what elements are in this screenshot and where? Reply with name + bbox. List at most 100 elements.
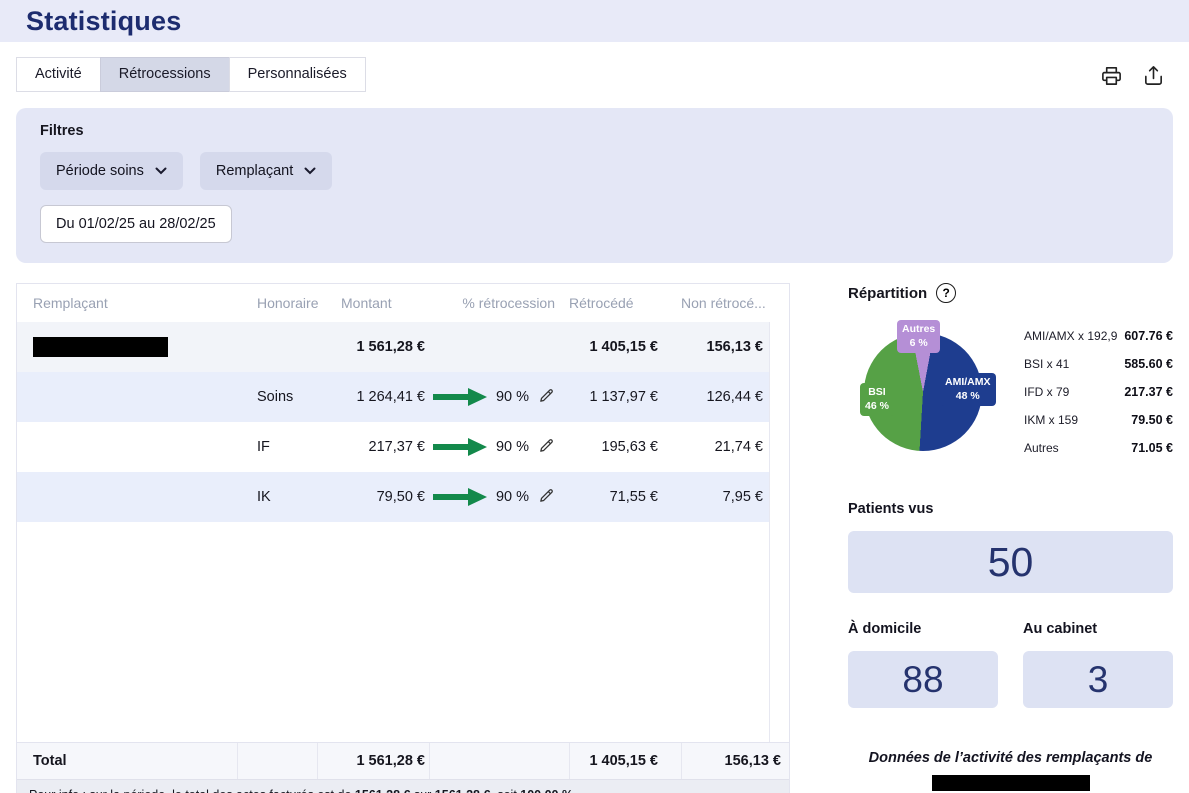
pct-retrocession-value: 90 %: [496, 439, 529, 455]
montant-value: 217,37 €: [317, 439, 429, 455]
col-retrocede: Rétrocédé: [569, 295, 681, 311]
cabinet-label: Au cabinet: [1023, 621, 1173, 637]
retrocession-arrow-icon: [433, 437, 487, 457]
total-non-retrocede: 156,13 €: [681, 743, 789, 779]
repartition-chart-area: Autres 6 % AMI/AMX 48 % BSI 46 % AMI/AMX…: [848, 333, 1173, 469]
total-label: Total: [17, 743, 237, 779]
footnote-text: , soit: [490, 788, 520, 793]
edit-retrocession-button[interactable]: [538, 487, 555, 507]
footnote-pct: 100,00 %: [520, 788, 573, 793]
redacted-remplacant-name-footer: [932, 775, 1090, 791]
legend-label: IKM x 159: [1024, 413, 1078, 427]
table-total-row: Total 1 561,28 € 1 405,15 € 156,13 €: [17, 742, 789, 779]
tabs-row: Activité Rétrocessions Personnalisées: [0, 57, 1189, 92]
table-header: Remplaçant Honoraire Montant % rétrocess…: [17, 284, 789, 322]
retrocession-arrow-icon: [433, 487, 487, 507]
pie-chart-wrapper: Autres 6 % AMI/AMX 48 % BSI 46 %: [864, 333, 982, 451]
table-row-ik: IK 79,50 € 90 % 71,55 € 7,95 €: [17, 472, 769, 522]
legend-row: IKM x 159 79.50 €: [1024, 413, 1173, 427]
table-row-soins: Soins 1 264,41 € 90 % 1 137,97 € 126,44 …: [17, 372, 769, 422]
visit-type-stats: À domicile 88 Au cabinet 3: [848, 621, 1173, 708]
share-up-icon: [1142, 64, 1165, 90]
remplacant-label: Remplaçant: [216, 163, 293, 179]
honoraire-label: IF: [237, 439, 317, 455]
legend-row: AMI/AMX x 192,9 607.76 €: [1024, 329, 1173, 343]
montant-value: 1 264,41 €: [317, 389, 429, 405]
patients-vus-section: Patients vus 50: [848, 501, 1173, 593]
table-row-summary: 1 561,28 € 1 405,15 € 156,13 €: [17, 322, 769, 372]
pie-legend: AMI/AMX x 192,9 607.76 € BSI x 41 585.60…: [1024, 329, 1173, 469]
legend-label: BSI x 41: [1024, 357, 1069, 371]
chevron-down-icon: [155, 163, 167, 179]
legend-row: Autres 71.05 €: [1024, 441, 1173, 455]
pct-retrocession-value: 90 %: [496, 389, 529, 405]
periode-soins-label: Période soins: [56, 163, 144, 179]
page-title: Statistiques: [26, 6, 181, 37]
retrocede-value: 195,63 €: [569, 439, 681, 455]
slice-label: AMI/AMX: [945, 376, 991, 390]
col-honoraire: Honoraire: [237, 295, 317, 311]
non-retrocede-value: 21,74 €: [681, 439, 769, 455]
summary-retrocede: 1 405,15 €: [569, 339, 681, 355]
repartition-header: Répartition ?: [848, 283, 1173, 303]
footnote-total-1: 1561,28 €: [355, 788, 411, 793]
main-content: Remplaçant Honoraire Montant % rétrocess…: [0, 283, 1189, 793]
pie-label-autres: Autres 6 %: [897, 320, 940, 353]
non-retrocede-value: 126,44 €: [681, 389, 769, 405]
col-montant: Montant: [317, 295, 429, 311]
export-button[interactable]: [1140, 62, 1167, 92]
printer-icon: [1100, 64, 1123, 90]
domicile-stat: À domicile 88: [848, 621, 998, 708]
col-pct-retrocession: % rétrocession: [429, 295, 569, 311]
periode-soins-dropdown[interactable]: Période soins: [40, 152, 183, 190]
col-non-retrocede: Non rétrocé...: [681, 295, 769, 311]
date-row: Du 01/02/25 au 28/02/25: [40, 205, 1149, 243]
footnote-text: Pour info : sur la période, le total des…: [29, 788, 355, 793]
legend-label: Autres: [1024, 441, 1059, 455]
right-panel: Répartition ? Autres 6 % AMI/AMX 48 % BS…: [848, 283, 1173, 793]
tab-personnalisees[interactable]: Personnalisées: [229, 57, 366, 92]
summary-non-retrocede: 156,13 €: [681, 339, 769, 355]
tab-retrocessions[interactable]: Rétrocessions: [100, 57, 230, 92]
total-retrocede: 1 405,15 €: [569, 743, 681, 779]
slice-label: BSI: [865, 386, 889, 400]
footnote-text: .: [573, 788, 576, 793]
cabinet-stat: Au cabinet 3: [1023, 621, 1173, 708]
help-icon[interactable]: ?: [936, 283, 956, 303]
pencil-icon: [538, 437, 555, 457]
data-source-note: Données de l’activité des remplaçants de: [848, 750, 1173, 766]
filters-title: Filtres: [40, 123, 1149, 139]
redacted-remplacant-name: [33, 337, 168, 357]
patients-vus-value: 50: [848, 531, 1173, 593]
honoraire-label: Soins: [237, 389, 317, 405]
retrocession-arrow-icon: [433, 387, 487, 407]
retrocede-value: 71,55 €: [569, 489, 681, 505]
filters-row: Période soins Remplaçant: [40, 152, 1149, 190]
legend-value: 79.50 €: [1131, 413, 1173, 427]
tab-activite[interactable]: Activité: [16, 57, 101, 92]
footnote-text: sur: [410, 788, 434, 793]
patients-vus-label: Patients vus: [848, 501, 1173, 517]
title-band: Statistiques: [0, 0, 1189, 42]
filters-panel: Filtres Période soins Remplaçant Du 01/0…: [16, 108, 1173, 263]
date-range-button[interactable]: Du 01/02/25 au 28/02/25: [40, 205, 232, 243]
slice-label: Autres: [902, 323, 935, 337]
edit-retrocession-button[interactable]: [538, 437, 555, 457]
pct-retrocession-value: 90 %: [496, 489, 529, 505]
legend-value: 607.76 €: [1124, 329, 1173, 343]
print-button[interactable]: [1098, 62, 1125, 92]
pie-label-ami-amx: AMI/AMX 48 %: [940, 373, 996, 406]
col-remplacant: Remplaçant: [17, 295, 237, 311]
remplacant-dropdown[interactable]: Remplaçant: [200, 152, 332, 190]
retrocessions-table: Remplaçant Honoraire Montant % rétrocess…: [16, 283, 790, 793]
domicile-label: À domicile: [848, 621, 998, 637]
edit-retrocession-button[interactable]: [538, 387, 555, 407]
summary-montant: 1 561,28 €: [317, 339, 429, 355]
slice-pct: 48 %: [945, 390, 991, 404]
slice-pct: 6 %: [902, 337, 935, 351]
legend-row: IFD x 79 217.37 €: [1024, 385, 1173, 399]
non-retrocede-value: 7,95 €: [681, 489, 769, 505]
pie-label-bsi: BSI 46 %: [860, 383, 894, 416]
honoraire-label: IK: [237, 489, 317, 505]
legend-value: 585.60 €: [1124, 357, 1173, 371]
